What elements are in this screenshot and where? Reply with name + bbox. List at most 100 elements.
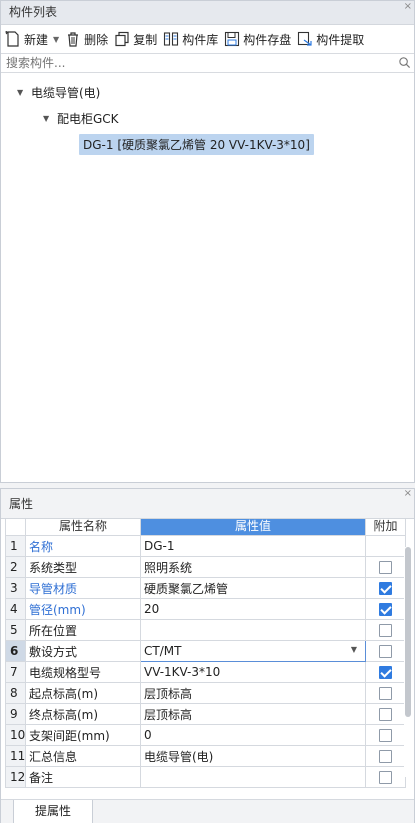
property-value[interactable]: VV-1KV-3*10	[140, 661, 366, 683]
property-value[interactable]: 电缆导管(电)	[140, 745, 366, 767]
table-row-active[interactable]: 6 敷设方式 CT/MT ▼	[5, 640, 406, 662]
row-index: 11	[5, 745, 26, 767]
extra-cell	[365, 535, 406, 557]
property-value[interactable]	[140, 766, 366, 788]
new-file-icon	[5, 31, 19, 47]
table-row[interactable]: 4 管径(mm) 20	[5, 598, 406, 620]
extra-checkbox[interactable]	[379, 750, 392, 763]
extra-checkbox[interactable]	[379, 708, 392, 721]
property-value[interactable]: 0	[140, 724, 366, 746]
extract-label: 构件提取	[316, 32, 365, 47]
selected-component-label: DG-1 [硬质聚氯乙烯管 20 VV-1KV-3*10]	[79, 133, 314, 155]
close-icon[interactable]: ×	[404, 0, 412, 18]
table-row[interactable]: 8 起点标高(m) 层顶标高	[5, 682, 406, 704]
property-name: 支架间距(mm)	[25, 724, 141, 746]
row-index: 7	[5, 661, 26, 683]
search-input[interactable]	[1, 54, 414, 72]
table-row[interactable]: 11 汇总信息 电缆导管(电)	[5, 745, 406, 767]
save-label: 构件存盘	[243, 32, 292, 47]
properties-title: 属性	[9, 497, 34, 511]
table-row[interactable]: 3 导管材质 硬质聚氯乙烯管	[5, 577, 406, 599]
panel-title: 构件列表	[9, 5, 58, 19]
extra-checkbox[interactable]	[379, 603, 392, 616]
property-value[interactable]: 20	[140, 598, 366, 620]
dropdown-value: CT/MT	[144, 644, 182, 658]
trash-icon	[68, 32, 79, 47]
extra-cell	[365, 745, 406, 767]
extra-checkbox[interactable]	[379, 624, 392, 637]
property-value[interactable]: 层顶标高	[140, 682, 366, 704]
table-row[interactable]: 5 所在位置	[5, 619, 406, 641]
property-value[interactable]: 硬质聚氯乙烯管	[140, 577, 366, 599]
extra-cell	[365, 661, 406, 683]
extra-checkbox[interactable]	[379, 582, 392, 595]
library-icon	[164, 32, 179, 46]
panel-header: 构件列表 ×	[1, 1, 414, 25]
new-button[interactable]: 新建 ▼	[5, 31, 59, 48]
row-index: 10	[5, 724, 26, 746]
row-index: 2	[5, 556, 26, 578]
expand-triangle-icon[interactable]: ▼	[17, 88, 27, 97]
search-bar	[1, 53, 414, 73]
save-component-button[interactable]: 构件存盘	[224, 31, 291, 48]
table-row[interactable]: 9 终点标高(m) 层顶标高	[5, 703, 406, 725]
save-icon	[225, 31, 240, 47]
property-value[interactable]: DG-1	[140, 535, 366, 557]
chevron-down-icon[interactable]: ▼	[351, 645, 357, 654]
extra-checkbox[interactable]	[379, 729, 392, 742]
row-index: 12	[5, 766, 26, 788]
extra-cell	[365, 682, 406, 704]
laying-method-dropdown[interactable]: CT/MT ▼	[140, 640, 366, 662]
property-name: 名称	[25, 535, 141, 557]
component-list-panel: 构件列表 × 新建 ▼ 删除 复制 构件库 构件存盘 构件提取 搜索构件... …	[0, 0, 415, 483]
search-icon[interactable]	[398, 56, 411, 69]
property-name: 系统类型	[25, 556, 141, 578]
property-name: 备注	[25, 766, 141, 788]
extra-checkbox[interactable]	[379, 666, 392, 679]
properties-panel: 属性 × 属性名称 属性值 附加 1 名称 DG-1 2 系统类型 照明系统 3…	[0, 488, 415, 823]
chevron-down-icon[interactable]: ▼	[53, 35, 59, 44]
extract-icon	[298, 31, 312, 46]
close-icon[interactable]: ×	[404, 479, 412, 509]
property-value[interactable]	[140, 619, 366, 641]
delete-button[interactable]: 删除	[65, 31, 108, 48]
tab-extract-properties[interactable]: 提属性	[13, 800, 93, 823]
table-row[interactable]: 10 支架间距(mm) 0	[5, 724, 406, 746]
row-index: 3	[5, 577, 26, 599]
scrollbar-thumb[interactable]	[405, 547, 411, 717]
component-tree: ▼ 电缆导管(电) ▼ 配电柜GCK DG-1 [硬质聚氯乙烯管 20 VV-1…	[1, 73, 414, 157]
table-row[interactable]: 1 名称 DG-1	[5, 535, 406, 557]
extra-checkbox[interactable]	[379, 645, 392, 658]
extra-cell	[365, 703, 406, 725]
app-window: 构件列表 × 新建 ▼ 删除 复制 构件库 构件存盘 构件提取 搜索构件... …	[0, 0, 415, 823]
properties-table: 属性名称 属性值 附加 1 名称 DG-1 2 系统类型 照明系统 3 导管材质…	[5, 514, 406, 788]
toolbar: 新建 ▼ 删除 复制 构件库 构件存盘 构件提取	[1, 25, 414, 53]
expand-triangle-icon[interactable]: ▼	[43, 114, 53, 123]
new-label: 新建	[24, 32, 49, 47]
table-row[interactable]: 2 系统类型 照明系统	[5, 556, 406, 578]
tree-node-label: 电缆导管(电)	[31, 85, 101, 100]
vertical-scrollbar[interactable]	[404, 547, 412, 777]
property-name: 敷设方式	[25, 640, 141, 662]
properties-header: 属性 ×	[1, 488, 414, 519]
extra-cell	[365, 766, 406, 788]
row-index: 1	[5, 535, 26, 557]
copy-button[interactable]: 复制	[114, 31, 157, 48]
row-index: 8	[5, 682, 26, 704]
extra-checkbox[interactable]	[379, 771, 392, 784]
property-value[interactable]: 照明系统	[140, 556, 366, 578]
property-name: 管径(mm)	[25, 598, 141, 620]
row-index: 9	[5, 703, 26, 725]
table-row[interactable]: 7 电缆规格型号 VV-1KV-3*10	[5, 661, 406, 683]
tree-node-selected[interactable]: DG-1 [硬质聚氯乙烯管 20 VV-1KV-3*10]	[1, 131, 414, 157]
property-value[interactable]: 层顶标高	[140, 703, 366, 725]
property-name: 所在位置	[25, 619, 141, 641]
extra-checkbox[interactable]	[379, 687, 392, 700]
extract-component-button[interactable]: 构件提取	[297, 31, 364, 48]
tree-node-level2[interactable]: ▼ 配电柜GCK	[1, 105, 414, 131]
extra-cell	[365, 640, 406, 662]
tree-node-level1[interactable]: ▼ 电缆导管(电)	[1, 79, 414, 105]
extra-checkbox[interactable]	[379, 561, 392, 574]
library-button[interactable]: 构件库	[163, 31, 218, 48]
table-row[interactable]: 12 备注	[5, 766, 406, 788]
